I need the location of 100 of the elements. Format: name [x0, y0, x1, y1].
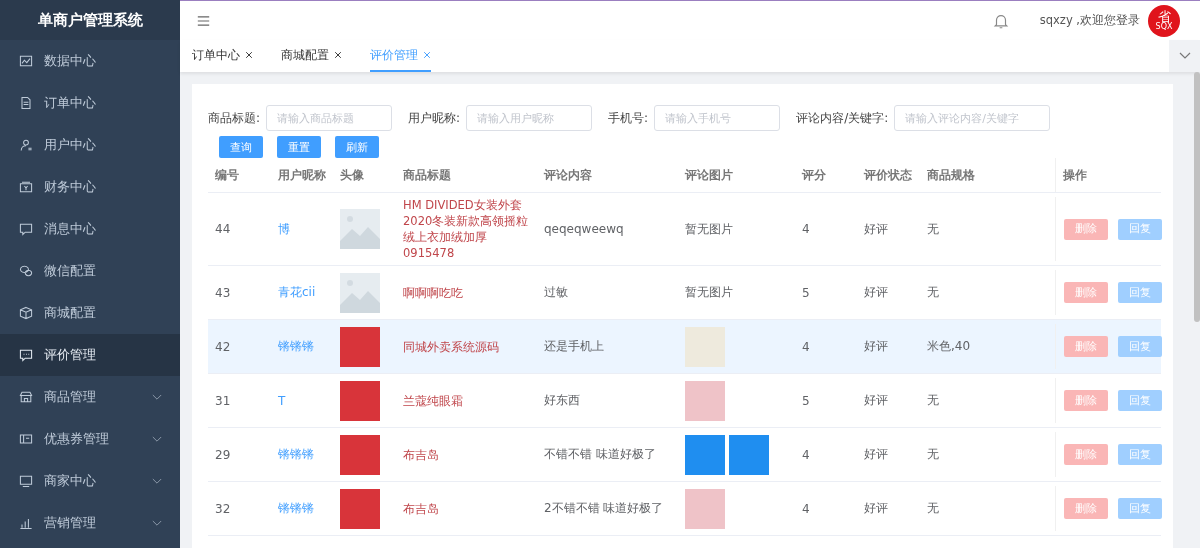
nickname-link[interactable]: T — [278, 393, 286, 408]
shop-icon — [18, 389, 34, 405]
welcome-text: sqxzy ,欢迎您登录 — [1039, 13, 1140, 28]
column-header: 头像 — [339, 166, 365, 184]
chart-icon — [18, 53, 34, 69]
table-cell: 还是手机上 — [544, 338, 604, 355]
nickname-link[interactable]: 博 — [278, 220, 290, 238]
tab[interactable]: 订单中心 — [192, 40, 253, 72]
chevron-down-icon — [152, 519, 162, 527]
reply-button[interactable]: 回复 — [1118, 336, 1162, 357]
product-title: HM DIVIDED女装外套2020冬装新款高领摇粒绒上衣加绒加厚 0915478 — [403, 197, 530, 261]
photo-placeholder — [685, 326, 725, 367]
user-icon — [18, 137, 34, 153]
reply-button[interactable]: 回复 — [1118, 282, 1162, 303]
table-row[interactable]: 32 锵锵锵 布吉岛 2不错不错 味道好极了 4 好评 无 删除 回复 — [208, 482, 1161, 536]
sidebar-item[interactable]: 数据中心 — [0, 40, 180, 82]
nickname-link[interactable]: 锵锵锵 — [278, 500, 314, 517]
table-cell: 4 — [802, 222, 810, 236]
user-avatar[interactable]: 省 SQX — [1148, 4, 1180, 37]
close-icon[interactable] — [334, 51, 342, 59]
table-cell: 42 — [215, 339, 231, 354]
menu-icon[interactable] — [197, 14, 210, 27]
sidebar-item[interactable]: 评价管理 — [0, 334, 180, 376]
photo-placeholder — [685, 434, 725, 475]
table-cell: 4 — [802, 501, 810, 516]
action-button[interactable]: 重置 — [277, 136, 321, 158]
filter-label: 手机号: — [608, 109, 649, 127]
sidebar-item[interactable]: 订单中心 — [0, 82, 180, 124]
photo-placeholder — [340, 434, 380, 475]
reply-button[interactable]: 回复 — [1118, 444, 1162, 465]
column-header: 评论内容 — [542, 166, 593, 184]
sidebar-item[interactable]: 商城配置 — [0, 292, 180, 334]
comment-icon — [18, 347, 34, 363]
sidebar-item[interactable]: 优惠券管理 — [0, 418, 180, 460]
nickname-link[interactable]: 青花cii — [278, 284, 316, 301]
table-cell: 好评 — [864, 446, 888, 463]
table-cell: 无 — [927, 500, 939, 517]
product-title: 兰蔻纯眼霜 — [403, 392, 464, 409]
delete-button[interactable]: 删除 — [1064, 444, 1108, 465]
action-button[interactable]: 刷新 — [335, 136, 379, 158]
reply-button[interactable]: 回复 — [1118, 218, 1162, 240]
monitor-icon — [18, 473, 34, 489]
reply-button[interactable]: 回复 — [1118, 390, 1162, 411]
wechat-icon — [18, 263, 34, 279]
close-icon[interactable] — [245, 51, 253, 59]
photo-placeholder — [685, 380, 725, 421]
table-cell: 44 — [215, 222, 231, 236]
column-header: 商品标题 — [402, 166, 452, 184]
table-row[interactable]: 29 锵锵锵 布吉岛 不错不错 味道好极了 4 好评 无 删除 回复 — [208, 428, 1161, 482]
table-cell: 无 — [927, 392, 939, 409]
tab[interactable]: 评价管理 — [370, 40, 431, 72]
action-button[interactable]: 查询 — [219, 136, 263, 158]
chevron-down-icon — [1178, 52, 1191, 60]
table-cell: 好评 — [864, 392, 888, 409]
product-title: 同城外卖系统源码 — [403, 338, 500, 355]
reply-button[interactable]: 回复 — [1118, 498, 1162, 519]
table-cell: 5 — [802, 285, 810, 300]
delete-button[interactable]: 删除 — [1064, 282, 1108, 303]
table-cell: 4 — [802, 339, 810, 354]
nickname-link[interactable]: 锵锵锵 — [278, 446, 314, 463]
sidebar-item[interactable]: 商品管理 — [0, 376, 180, 418]
column-header: 评价状态 — [862, 166, 913, 184]
table-cell: 43 — [215, 285, 231, 300]
column-header: 编号 — [214, 166, 240, 184]
table-cell: 暂无图片 — [685, 284, 733, 301]
filter-label: 评论内容/关键字: — [796, 109, 889, 127]
tab[interactable]: 商城配置 — [281, 40, 342, 72]
nickname-link[interactable]: 锵锵锵 — [278, 338, 314, 355]
image-placeholder-icon — [340, 272, 380, 313]
table-row[interactable]: 44 博 HM DIVIDED女装外套2020冬装新款高领摇粒绒上衣加绒加厚 0915478 qeqeqweewq 暂无图片 4 好评 无 删除 回复 — [208, 193, 1161, 266]
scrollbar[interactable] — [1194, 72, 1200, 322]
table-cell: 好评 — [864, 220, 888, 238]
delete-button[interactable]: 删除 — [1064, 218, 1108, 240]
sidebar-item[interactable]: 微信配置 — [0, 250, 180, 292]
sidebar-item[interactable]: 消息中心 — [0, 208, 180, 250]
sidebar-item[interactable]: 商家中心 — [0, 460, 180, 502]
table-cell: qeqeqweewq — [544, 222, 624, 236]
sidebar-item[interactable]: 财务中心 — [0, 166, 180, 208]
chevron-down-icon — [152, 477, 162, 485]
table-cell: 5 — [802, 393, 810, 408]
table-cell: 米色,40 — [927, 338, 971, 355]
filter-label: 商品标题: — [208, 109, 261, 127]
table-cell: 暂无图片 — [685, 220, 733, 238]
table-cell: 好评 — [864, 500, 888, 517]
table-cell: 好评 — [864, 338, 888, 355]
delete-button[interactable]: 删除 — [1064, 498, 1108, 519]
table-cell: 31 — [215, 393, 231, 408]
table-cell: 4 — [802, 447, 810, 462]
table-row[interactable]: 42 锵锵锵 同城外卖系统源码 还是手机上 4 好评 米色,40 删除 回复 — [208, 320, 1161, 374]
ticket-icon — [18, 431, 34, 447]
table-cell: 无 — [927, 446, 939, 463]
sidebar-item[interactable]: 营销管理 — [0, 502, 180, 544]
delete-button[interactable]: 删除 — [1064, 390, 1108, 411]
delete-button[interactable]: 删除 — [1064, 336, 1108, 357]
column-header: 操作 — [1055, 158, 1173, 192]
table-row[interactable]: 31 T 兰蔻纯眼霜 好东西 5 好评 无 删除 回复 — [208, 374, 1161, 428]
table-cell: 好东西 — [544, 392, 580, 409]
column-header: 评论图片 — [683, 166, 734, 184]
sidebar-item[interactable]: 用户中心 — [0, 124, 180, 166]
chevron-down-icon — [152, 393, 162, 401]
